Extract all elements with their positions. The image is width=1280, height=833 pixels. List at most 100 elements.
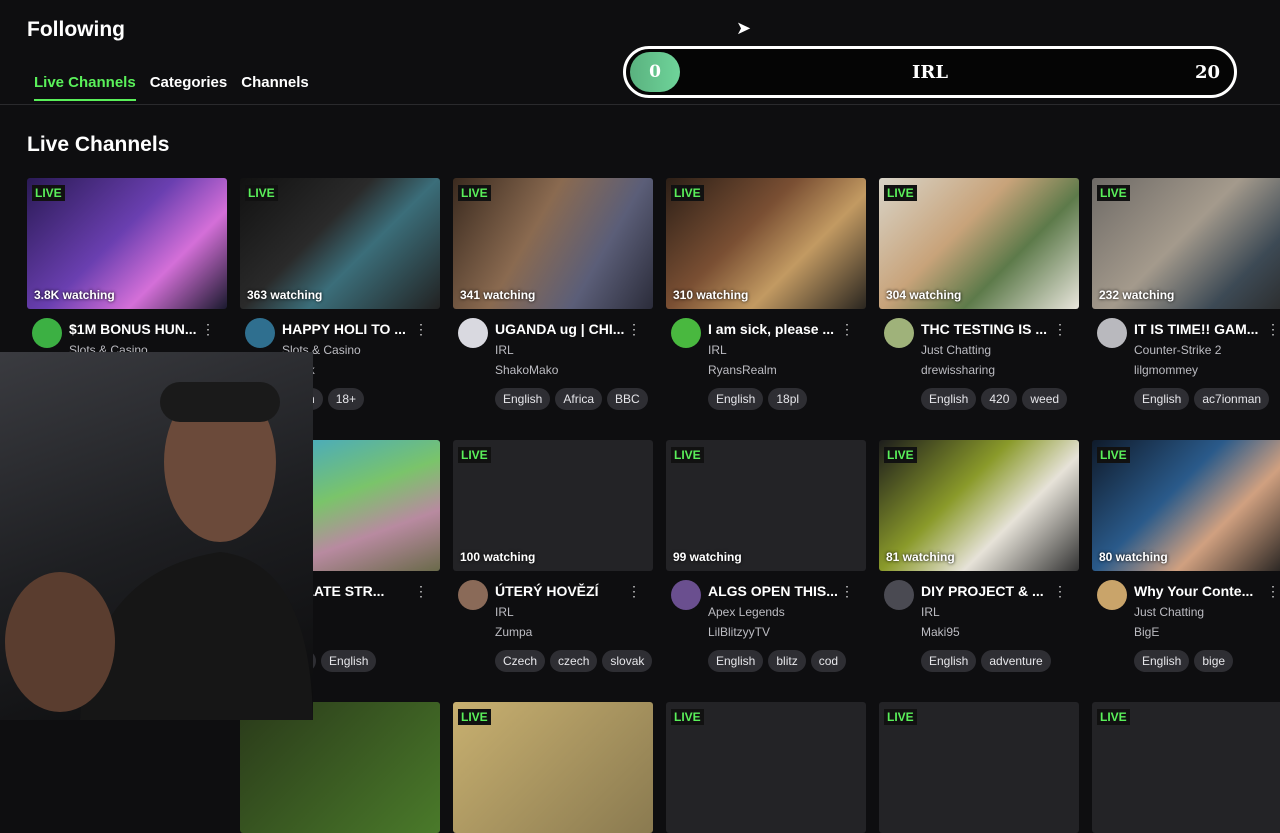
stream-thumbnail[interactable]: LIVE 100 watching <box>453 440 653 571</box>
stream-thumbnail[interactable]: LIVE 232 watching <box>1092 178 1280 309</box>
stream-category[interactable]: IRL <box>708 343 727 357</box>
stream-card[interactable]: LIVE 304 watching THC TESTING IS ... ⋮ J… <box>879 178 1079 410</box>
stream-card[interactable]: LIVE 81 watching DIY PROJECT & ... ⋮ IRL… <box>879 440 1079 672</box>
tag[interactable]: English <box>495 388 551 410</box>
stream-card[interactable]: LIVE 341 watching UGANDA ug | CHI... ⋮ I… <box>453 178 653 410</box>
streamer-name[interactable]: BigE <box>1134 625 1159 639</box>
streamer-name[interactable]: RyansRealm <box>708 363 777 377</box>
tag[interactable]: bige <box>1194 650 1234 672</box>
tag[interactable]: English <box>1134 388 1190 410</box>
stream-title[interactable]: ÚTERÝ HOVĚZÍ <box>495 583 640 599</box>
tag[interactable]: Czech <box>495 650 546 672</box>
stream-title[interactable]: Why Your Conte... <box>1134 583 1279 599</box>
tag[interactable]: BBC <box>607 388 648 410</box>
stream-thumbnail[interactable]: LIVE <box>666 702 866 833</box>
tag[interactable]: adventure <box>981 650 1051 672</box>
stream-card[interactable]: LIVE 232 watching IT IS TIME!! GAM... ⋮ … <box>1092 178 1280 410</box>
stream-card[interactable]: LIVE <box>1092 702 1280 833</box>
avatar[interactable] <box>32 318 62 348</box>
more-options-icon[interactable]: ⋮ <box>1053 321 1067 338</box>
tag[interactable]: English <box>921 650 977 672</box>
stream-card[interactable] <box>240 702 440 833</box>
stream-title[interactable]: IT IS TIME!! GAM... <box>1134 321 1279 337</box>
stream-card[interactable]: LIVE 363 watching HAPPY HOLI TO ... ⋮ Sl… <box>240 178 440 410</box>
stream-thumbnail[interactable]: LIVE <box>453 702 653 833</box>
streamer-name[interactable]: drewissharing <box>921 363 995 377</box>
more-options-icon[interactable]: ⋮ <box>414 583 428 600</box>
streamer-name[interactable]: LilBlitzyyTV <box>708 625 770 639</box>
more-options-icon[interactable]: ⋮ <box>201 321 215 338</box>
avatar[interactable] <box>245 318 275 348</box>
avatar[interactable] <box>884 318 914 348</box>
stream-title[interactable]: DIY PROJECT & ... <box>921 583 1066 599</box>
avatar[interactable] <box>458 318 488 348</box>
stream-card[interactable]: LIVE 310 watching I am sick, please ... … <box>666 178 866 410</box>
stream-thumbnail[interactable]: LIVE 3.8K watching <box>27 178 227 309</box>
stream-thumbnail[interactable]: LIVE 81 watching <box>879 440 1079 571</box>
stream-thumbnail[interactable]: LIVE 80 watching <box>1092 440 1280 571</box>
more-options-icon[interactable]: ⋮ <box>840 321 854 338</box>
streamer-name[interactable]: Zumpa <box>495 625 532 639</box>
more-options-icon[interactable]: ⋮ <box>627 321 641 338</box>
stream-card[interactable]: LIVE 99 watching ALGS OPEN THIS... ⋮ Ape… <box>666 440 866 672</box>
tag[interactable]: 18+ <box>327 388 365 410</box>
streamer-name[interactable]: Maki95 <box>921 625 960 639</box>
tag[interactable]: weed <box>1022 388 1068 410</box>
stream-title[interactable]: ALGS OPEN THIS... <box>708 583 853 599</box>
stream-card[interactable]: LIVE 3.8K watching $1M BONUS HUN... ⋮ Sl… <box>27 178 227 357</box>
stream-card[interactable]: LIVE <box>666 702 866 833</box>
tag[interactable]: English <box>321 650 377 672</box>
tag[interactable]: 420 <box>981 388 1018 410</box>
tag[interactable]: slovak <box>602 650 653 672</box>
stream-card[interactable]: LIVE <box>879 702 1079 833</box>
stream-thumbnail[interactable]: LIVE 363 watching <box>240 178 440 309</box>
stream-card[interactable]: LIVE 100 watching ÚTERÝ HOVĚZÍ ⋮ IRL Zum… <box>453 440 653 672</box>
stream-thumbnail[interactable]: LIVE 310 watching <box>666 178 866 309</box>
stream-card[interactable]: LIVE 80 watching Why Your Conte... ⋮ Jus… <box>1092 440 1280 672</box>
more-options-icon[interactable]: ⋮ <box>1266 583 1280 600</box>
stream-category[interactable]: IRL <box>495 605 514 619</box>
tab-categories[interactable]: Categories <box>150 74 228 101</box>
stream-thumbnail[interactable]: LIVE 341 watching <box>453 178 653 309</box>
tab-channels[interactable]: Channels <box>241 74 309 101</box>
stream-category[interactable]: Just Chatting <box>1134 605 1204 619</box>
stream-thumbnail[interactable] <box>240 702 440 833</box>
stream-category[interactable]: Just Chatting <box>921 343 991 357</box>
avatar[interactable] <box>1097 580 1127 610</box>
more-options-icon[interactable]: ⋮ <box>840 583 854 600</box>
more-options-icon[interactable]: ⋮ <box>1266 321 1280 338</box>
stream-title[interactable]: $1M BONUS HUN... <box>69 321 214 337</box>
stream-category[interactable]: Counter-Strike 2 <box>1134 343 1221 357</box>
stream-category[interactable]: Apex Legends <box>708 605 785 619</box>
stream-thumbnail[interactable]: LIVE 99 watching <box>666 440 866 571</box>
stream-thumbnail[interactable]: LIVE <box>879 702 1079 833</box>
streamer-name[interactable]: ShakoMako <box>495 363 558 377</box>
tag[interactable]: blitz <box>768 650 806 672</box>
stream-title[interactable]: THC TESTING IS ... <box>921 321 1066 337</box>
more-options-icon[interactable]: ⋮ <box>1053 583 1067 600</box>
tag[interactable]: cod <box>810 650 847 672</box>
stream-title[interactable]: UGANDA ug | CHI... <box>495 321 640 337</box>
stream-category[interactable]: IRL <box>495 343 514 357</box>
avatar[interactable] <box>884 580 914 610</box>
stream-card[interactable]: LIVE <box>453 702 653 833</box>
tag[interactable]: English <box>708 388 764 410</box>
tag[interactable]: English <box>1134 650 1190 672</box>
tag[interactable]: czech <box>550 650 598 672</box>
more-options-icon[interactable]: ⋮ <box>627 583 641 600</box>
tag[interactable]: 18pl <box>768 388 808 410</box>
stream-thumbnail[interactable]: LIVE 304 watching <box>879 178 1079 309</box>
stream-category[interactable]: IRL <box>921 605 940 619</box>
tag[interactable]: English <box>708 650 764 672</box>
tag[interactable]: English <box>921 388 977 410</box>
more-options-icon[interactable]: ⋮ <box>414 321 428 338</box>
avatar[interactable] <box>671 580 701 610</box>
stream-thumbnail[interactable]: LIVE <box>1092 702 1280 833</box>
stream-title[interactable]: HAPPY HOLI TO ... <box>282 321 427 337</box>
tag[interactable]: Africa <box>555 388 603 410</box>
streamer-name[interactable]: lilgmommey <box>1134 363 1198 377</box>
avatar[interactable] <box>1097 318 1127 348</box>
tag[interactable]: ac7ionman <box>1194 388 1270 410</box>
avatar[interactable] <box>671 318 701 348</box>
tab-live-channels[interactable]: Live Channels <box>34 74 136 101</box>
